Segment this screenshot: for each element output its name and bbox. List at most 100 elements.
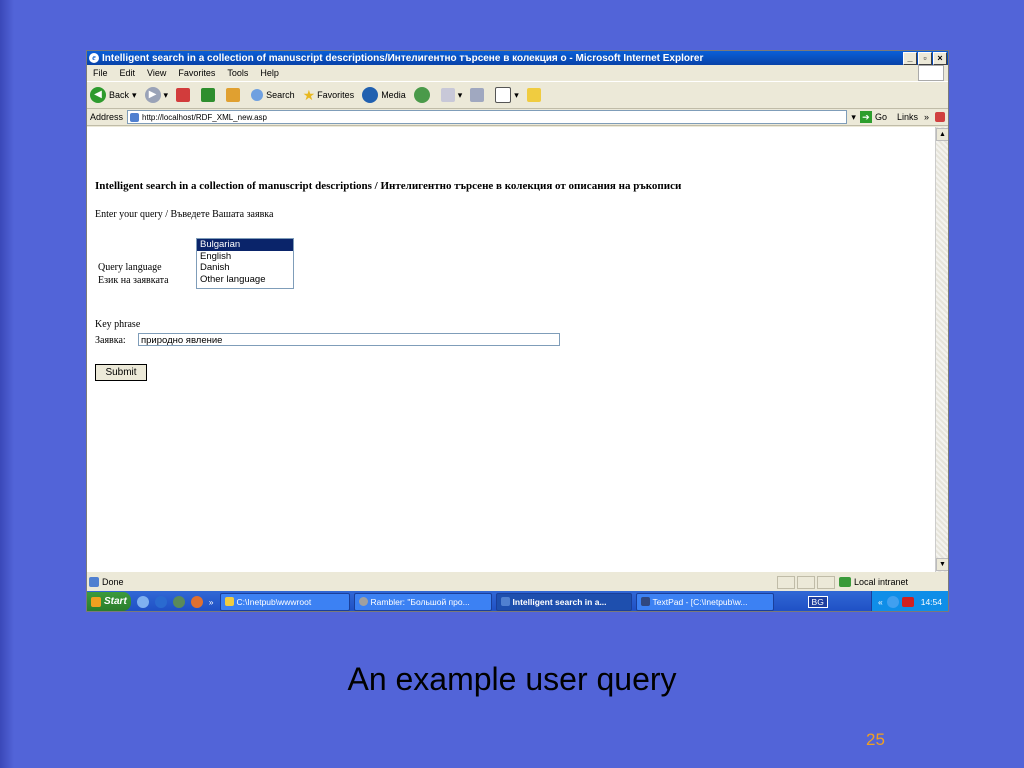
quicklaunch-media-icon[interactable]	[172, 595, 185, 608]
quicklaunch-chevron-icon[interactable]: »	[209, 597, 214, 607]
menu-help[interactable]: Help	[260, 68, 279, 78]
zone-label: Local intranet	[853, 577, 908, 587]
address-url: http://localhost/RDF_XML_new.asp	[142, 112, 267, 122]
status-cell	[796, 575, 815, 589]
history-button[interactable]	[413, 87, 433, 103]
refresh-icon	[201, 88, 216, 102]
address-dropdown-icon[interactable]: ▾	[851, 112, 856, 123]
folder-button[interactable]	[526, 88, 544, 102]
print-icon	[470, 88, 485, 102]
task-label: C:\Inetpub\wwwroot	[236, 596, 312, 607]
taskbar-item-textpad[interactable]: TextPad - [C:\Inetpub\w...	[635, 592, 774, 611]
status-bar: Done Local intranet	[87, 575, 948, 589]
start-button[interactable]: Start	[87, 592, 131, 611]
links-chevron-icon[interactable]: »	[924, 112, 929, 122]
request-label: Заявка:	[95, 335, 126, 346]
go-button[interactable]: ➔ Go	[859, 111, 887, 123]
language-indicator[interactable]: BG	[807, 595, 828, 608]
status-cells: Local intranet	[775, 575, 948, 589]
language-option-danish[interactable]: Danish	[197, 262, 293, 274]
scroll-down-icon[interactable]: ▼	[936, 558, 948, 571]
status-cell	[776, 575, 795, 589]
browser-icon	[358, 597, 368, 606]
windows-flag-icon	[918, 65, 944, 81]
home-button[interactable]	[226, 88, 243, 102]
submit-button[interactable]: Submit	[95, 364, 147, 381]
search-icon	[251, 89, 264, 101]
back-dropdown-icon[interactable]: ▾	[132, 90, 137, 101]
mail-dropdown-icon[interactable]: ▾	[458, 90, 463, 101]
status-cell	[816, 575, 835, 589]
window-title: Intelligent search in a collection of ma…	[102, 52, 704, 64]
back-arrow-icon: ◀	[90, 87, 106, 103]
task-label: Rambler: "Большой про...	[370, 596, 470, 607]
language-option-bulgarian[interactable]: Bulgarian	[197, 239, 293, 251]
query-language-listbox[interactable]: Bulgarian English Danish Other language	[196, 238, 294, 289]
tray-expand-icon[interactable]: «	[878, 597, 883, 607]
stop-icon	[176, 88, 191, 102]
star-icon: ★	[302, 86, 316, 103]
favorites-button[interactable]: ★ Favorites	[303, 87, 355, 104]
title-bar: e Intelligent search in a collection of …	[87, 51, 948, 65]
maximize-button[interactable]: ▫	[918, 51, 932, 65]
page-icon	[130, 112, 140, 122]
menu-favorites[interactable]: Favorites	[178, 68, 215, 78]
address-input[interactable]: http://localhost/RDF_XML_new.asp	[127, 110, 848, 124]
forward-dropdown-icon[interactable]: ▾	[164, 90, 169, 101]
close-button[interactable]: ×	[933, 51, 947, 65]
page-content: Intelligent search in a collection of ma…	[87, 127, 935, 572]
menu-view[interactable]: View	[147, 68, 166, 78]
back-button[interactable]: ◀ Back ▾	[90, 87, 137, 103]
links-button[interactable]: Links	[897, 112, 918, 122]
stop-button[interactable]	[176, 88, 193, 102]
media-button[interactable]: Media	[362, 87, 406, 103]
forward-button[interactable]: ▶ ▾	[144, 87, 169, 103]
back-label: Back	[109, 90, 130, 100]
minimize-button[interactable]: _	[903, 51, 917, 65]
mail-button[interactable]: ▾	[440, 88, 463, 102]
mail-icon	[440, 88, 455, 102]
edit-dropdown-icon[interactable]: ▾	[514, 90, 519, 101]
acrobat-icon[interactable]	[935, 112, 945, 122]
page-status-icon	[89, 577, 99, 587]
key-phrase-input[interactable]: природно явление	[138, 333, 560, 346]
clock: 14:54	[920, 596, 942, 607]
taskbar-item-explorer[interactable]: C:\Inetpub\wwwroot	[219, 592, 350, 611]
folder-icon	[224, 597, 234, 606]
print-button[interactable]	[470, 88, 487, 102]
menu-bar: File Edit View Favorites Tools Help	[87, 65, 948, 82]
menu-file[interactable]: File	[93, 68, 108, 78]
folder-icon	[526, 88, 541, 102]
scroll-up-icon[interactable]: ▲	[936, 128, 948, 141]
menu-edit[interactable]: Edit	[120, 68, 136, 78]
quicklaunch-desktop-icon[interactable]	[136, 595, 149, 608]
language-option-english[interactable]: English	[197, 251, 293, 263]
system-tray: « 14:54	[870, 591, 948, 611]
status-text: Done	[102, 577, 124, 587]
slide-decoration	[0, 0, 14, 768]
quicklaunch-firefox-icon[interactable]	[190, 595, 203, 608]
menu-tools[interactable]: Tools	[227, 68, 248, 78]
query-language-label: Query language	[98, 262, 162, 273]
vertical-scrollbar[interactable]: ▲ ▼	[935, 127, 948, 572]
slide-caption: An example user query	[347, 661, 677, 697]
tray-network-icon[interactable]	[886, 595, 899, 608]
refresh-button[interactable]	[201, 88, 218, 102]
forward-arrow-icon: ▶	[144, 87, 161, 103]
quicklaunch-ie-icon[interactable]	[154, 595, 167, 608]
edit-button[interactable]: ▾	[495, 87, 519, 103]
tray-app-icon[interactable]	[901, 596, 914, 607]
go-label: Go	[874, 112, 887, 122]
query-prompt: Enter your query / Въведете Вашата заявк…	[95, 209, 274, 220]
taskbar-item-rambler[interactable]: Rambler: "Большой про...	[353, 592, 492, 611]
search-button[interactable]: Search	[251, 89, 295, 101]
history-icon	[413, 87, 430, 103]
media-label: Media	[381, 90, 406, 100]
start-label: Start	[104, 596, 127, 607]
toolbar: ◀ Back ▾ ▶ ▾ Search ★ Favorites Media ▾ …	[87, 82, 948, 109]
ie-icon: e	[89, 53, 99, 63]
taskbar-item-ie[interactable]: Intelligent search in a...	[495, 592, 632, 611]
media-icon	[362, 87, 379, 103]
language-option-other[interactable]: Other language	[197, 274, 293, 286]
task-label: Intelligent search in a...	[512, 596, 607, 607]
